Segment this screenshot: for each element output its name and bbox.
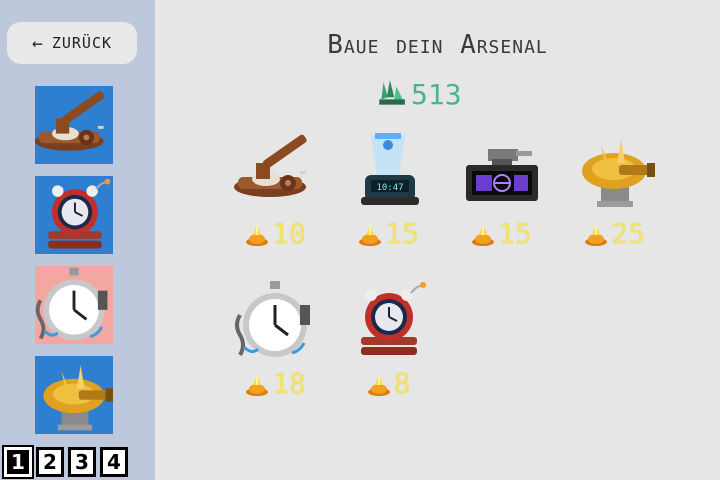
back-label: ZURÜCK bbox=[51, 34, 113, 52]
cost-value: 25 bbox=[611, 217, 645, 250]
frozen-stopwatch-icon bbox=[235, 279, 312, 359]
page-button-1[interactable]: 1 bbox=[2, 445, 34, 479]
flame-icon bbox=[367, 373, 390, 396]
item-cost: 15 bbox=[333, 217, 443, 250]
shop-item-hologram-clock[interactable]: 15 bbox=[333, 125, 443, 265]
radar-console-icon bbox=[465, 148, 539, 202]
cost-value: 8 bbox=[393, 367, 411, 400]
hologram-clock-icon bbox=[361, 133, 419, 205]
equipped-slot-cannon[interactable] bbox=[35, 86, 113, 164]
item-cost: 15 bbox=[446, 217, 556, 250]
cost-value: 15 bbox=[498, 217, 532, 250]
shop-item-cannon[interactable]: 10 bbox=[220, 125, 330, 265]
equipped-slot-stopwatch[interactable] bbox=[35, 266, 113, 344]
equipped-slot-turret[interactable] bbox=[35, 356, 113, 434]
shop-item-frozen-stopwatch[interactable]: 18 bbox=[220, 275, 330, 415]
chained-stopwatch-icon bbox=[35, 266, 113, 344]
sidebar: ← ZURÜCK 1 2 3 4 bbox=[0, 0, 155, 480]
golden-turret-icon bbox=[582, 139, 655, 207]
back-button[interactable]: ← ZURÜCK bbox=[7, 22, 137, 64]
page-button-3[interactable]: 3 bbox=[68, 447, 96, 477]
cannon-icon bbox=[234, 133, 308, 197]
item-cost: 18 bbox=[220, 367, 330, 400]
cost-value: 18 bbox=[272, 367, 306, 400]
item-cost: 8 bbox=[333, 367, 443, 400]
flame-icon bbox=[585, 223, 608, 246]
flame-icon bbox=[246, 373, 269, 396]
currency-display: 513 bbox=[375, 74, 462, 114]
arsenal-panel: Baue dein Arsenal 513 10 15 15 25 18 8 bbox=[155, 0, 720, 480]
crystal-icon bbox=[379, 80, 405, 105]
shop-item-alarm-bomb[interactable]: 8 bbox=[333, 275, 443, 415]
alarm-bomb-icon bbox=[35, 176, 113, 254]
golden-turret-icon bbox=[35, 356, 113, 434]
flame-icon bbox=[472, 223, 495, 246]
page-selector: 1 2 3 4 bbox=[2, 445, 128, 479]
cost-value: 15 bbox=[385, 217, 419, 250]
page-button-4[interactable]: 4 bbox=[100, 447, 128, 477]
shop-item-golden-turret[interactable]: 25 bbox=[559, 125, 669, 265]
page-title: Baue dein Arsenal bbox=[327, 30, 548, 60]
item-cost: 25 bbox=[559, 217, 669, 250]
cost-value: 10 bbox=[272, 217, 306, 250]
flame-icon bbox=[359, 223, 382, 246]
item-cost: 10 bbox=[220, 217, 330, 250]
equipped-slot-alarm-bomb[interactable] bbox=[35, 176, 113, 254]
shop-item-radar-console[interactable]: 15 bbox=[446, 125, 556, 265]
back-arrow-icon: ← bbox=[31, 32, 44, 54]
flame-icon bbox=[246, 223, 269, 246]
page-button-2[interactable]: 2 bbox=[36, 447, 64, 477]
currency-value: 513 bbox=[411, 77, 462, 111]
alarm-bomb-icon bbox=[360, 281, 427, 356]
cannon-icon bbox=[35, 86, 113, 164]
